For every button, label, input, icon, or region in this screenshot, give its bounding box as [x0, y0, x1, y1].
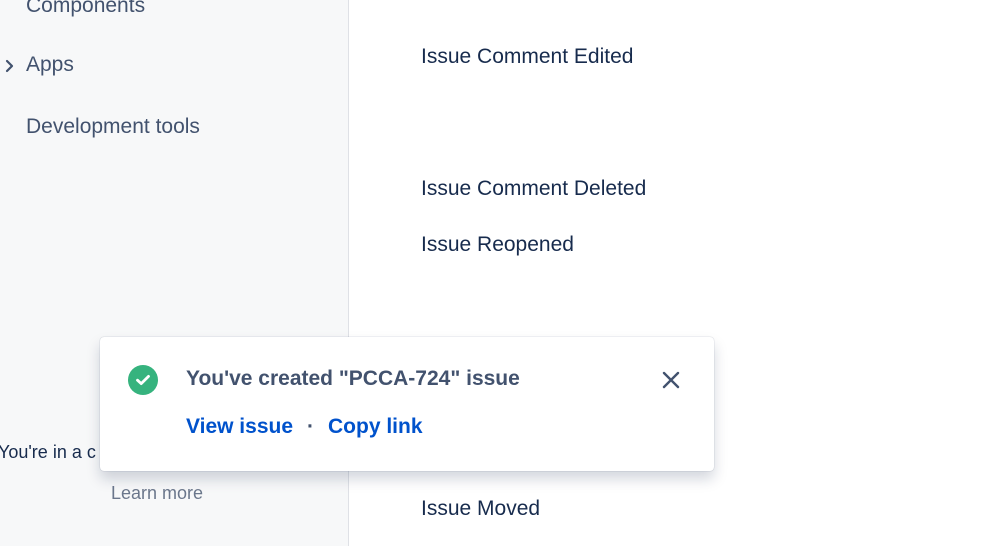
- sidebar-item-components[interactable]: Components: [26, 0, 145, 18]
- success-flag: You've created "PCCA-724" issue View iss…: [100, 337, 714, 471]
- chevron-right-icon[interactable]: [3, 57, 17, 75]
- sidebar-item-apps[interactable]: Apps: [26, 53, 74, 77]
- event-item-issue-comment-edited: Issue Comment Edited: [421, 45, 634, 68]
- check-circle-icon: [128, 365, 158, 395]
- flag-title: You've created "PCCA-724" issue: [186, 367, 520, 390]
- event-item-issue-comment-deleted: Issue Comment Deleted: [421, 177, 647, 200]
- view-issue-link[interactable]: View issue: [186, 415, 293, 439]
- event-item-issue-reopened: Issue Reopened: [421, 233, 574, 256]
- flag-actions: View issue · Copy link: [186, 415, 423, 439]
- copy-link-link[interactable]: Copy link: [328, 415, 423, 439]
- close-icon[interactable]: [660, 369, 682, 391]
- learn-more-link[interactable]: Learn more: [111, 483, 203, 504]
- event-item-issue-moved: Issue Moved: [421, 497, 541, 520]
- action-separator: ·: [307, 415, 315, 438]
- sidebar-item-development-tools[interactable]: Development tools: [26, 115, 200, 139]
- sidebar-note: You're in a c: [0, 442, 96, 462]
- page: Components Apps Development tools You're…: [0, 0, 999, 546]
